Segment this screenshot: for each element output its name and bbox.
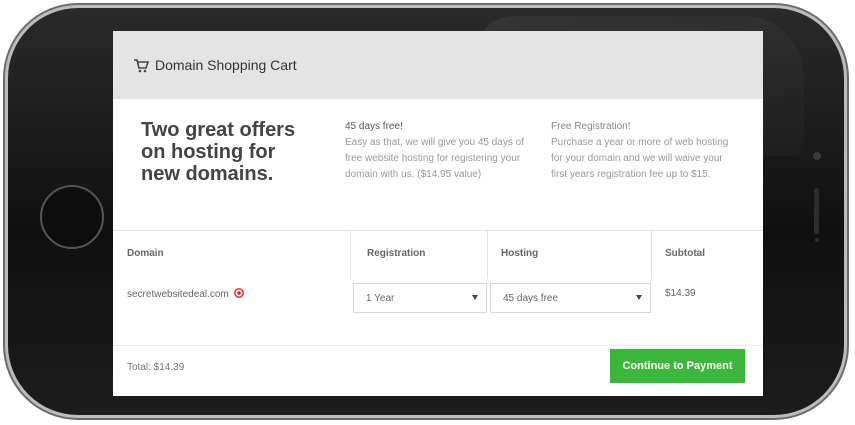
phone-screen: Domain Shopping Cart Two great offers on… (113, 31, 763, 396)
continue-to-payment-button[interactable]: Continue to Payment (610, 349, 745, 383)
column-divider (487, 231, 488, 279)
column-header-domain: Domain (127, 248, 164, 259)
cart-title: Domain Shopping Cart (155, 57, 297, 73)
offer-free-hosting: 45 days free! Easy as that, we will give… (345, 119, 525, 183)
front-camera (813, 152, 821, 160)
shopping-cart-icon (134, 59, 149, 73)
offers-section: Two great offers on hosting for new doma… (113, 99, 763, 231)
table-row: secretwebsitedeal.com (127, 288, 244, 300)
subtotal-value: $14.39 (665, 288, 696, 299)
registration-select[interactable]: 1 Year (353, 283, 487, 313)
speaker-grille (814, 188, 819, 234)
column-header-hosting: Hosting (501, 248, 539, 259)
remove-domain-icon[interactable] (233, 288, 244, 298)
cart-total: Total: $14.39 (127, 362, 185, 373)
offer-free-registration-title: Free Registration! (551, 121, 631, 132)
offers-headline: Two great offers on hosting for new doma… (141, 119, 296, 185)
offer-free-registration: Free Registration! Purchase a year or mo… (551, 119, 731, 183)
offer-free-hosting-text: Easy as that, we will give you 45 days o… (345, 137, 524, 180)
column-divider (350, 231, 351, 279)
cart-table: Domain Registration Hosting Subtotal sec… (113, 231, 763, 346)
offer-free-hosting-title: 45 days free! (345, 121, 403, 132)
hosting-select[interactable]: 45 days free (490, 283, 651, 313)
domain-name: secretwebsitedeal.com (127, 289, 229, 300)
offer-free-registration-text: Purchase a year or more of web hosting f… (551, 137, 729, 180)
column-divider (651, 231, 652, 279)
cart-header: Domain Shopping Cart (113, 31, 763, 99)
home-button[interactable] (40, 185, 104, 249)
proximity-sensor (815, 238, 819, 242)
column-header-registration: Registration (367, 248, 426, 259)
chevron-down-icon (636, 295, 642, 300)
hosting-selected-value: 45 days free (503, 292, 559, 304)
column-header-subtotal: Subtotal (665, 248, 705, 259)
registration-selected-value: 1 Year (366, 292, 395, 304)
cart-footer: Total: $14.39 Continue to Payment (113, 345, 763, 396)
chevron-down-icon (472, 295, 478, 300)
